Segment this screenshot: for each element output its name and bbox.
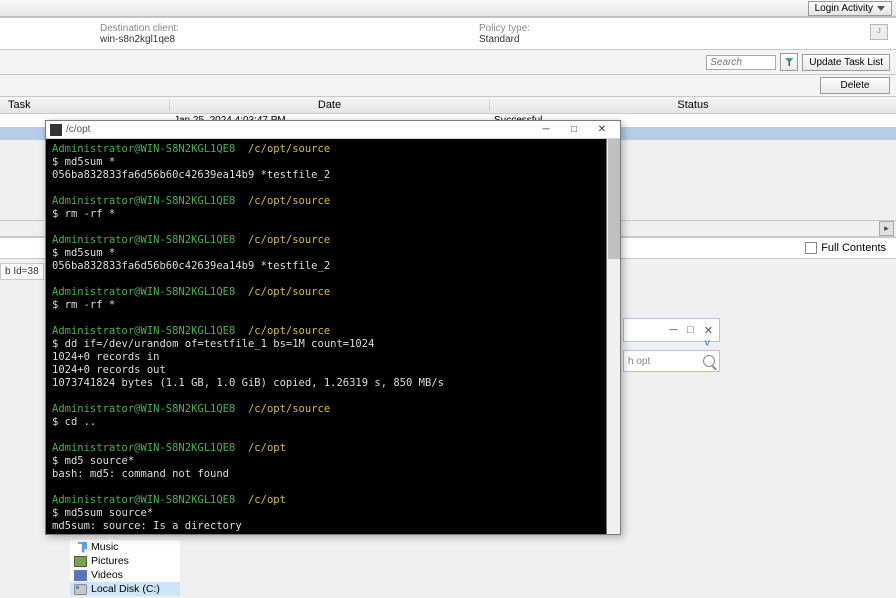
terminal-line: md5sum: source_1: Is a directory bbox=[52, 533, 614, 534]
terminal-line bbox=[52, 312, 614, 325]
terminal-line: $ md5 source* bbox=[52, 455, 614, 468]
column-header-task[interactable]: Task bbox=[0, 99, 170, 111]
terminal-line: md5sum: source: Is a directory bbox=[52, 520, 614, 533]
tree-item-pictures[interactable]: Pictures bbox=[70, 554, 180, 568]
maximize-button[interactable]: □ bbox=[560, 122, 588, 138]
search-row: Update Task List bbox=[0, 50, 896, 75]
terminal-line bbox=[52, 273, 614, 286]
json-badge-icon[interactable]: J bbox=[870, 24, 888, 40]
folder-tree: Music Pictures Videos Local Disk (C:) bbox=[70, 540, 180, 596]
terminal-line bbox=[52, 221, 614, 234]
tree-item-label: Pictures bbox=[91, 555, 129, 567]
terminal-line: $ md5sum * bbox=[52, 156, 614, 169]
terminal-line: Administrator@WIN-S8N2KGL1QE8 /c/opt/sou… bbox=[52, 403, 614, 416]
terminal-line: 056ba832833fa6d56b60c42639ea14b9 *testfi… bbox=[52, 260, 614, 273]
minimize-button[interactable]: ─ bbox=[532, 122, 560, 138]
tree-item-label: Videos bbox=[91, 569, 123, 581]
terminal-line: Administrator@WIN-S8N2KGL1QE8 /c/opt/sou… bbox=[52, 325, 614, 338]
terminal-line: $ dd if=/dev/urandom of=testfile_1 bs=1M… bbox=[52, 338, 614, 351]
full-contents-label: Full Contents bbox=[821, 242, 886, 254]
terminal-line: Administrator@WIN-S8N2KGL1QE8 /c/opt/sou… bbox=[52, 234, 614, 247]
terminal-line: 1024+0 records out bbox=[52, 364, 614, 377]
terminal-line: 056ba832833fa6d56b60c42639ea14b9 *testfi… bbox=[52, 169, 614, 182]
search-input[interactable] bbox=[706, 55, 776, 70]
terminal-icon bbox=[50, 124, 62, 136]
terminal-line: $ cd .. bbox=[52, 416, 614, 429]
terminal-window: /c/opt ─ □ ✕ Administrator@WIN-S8N2KGL1Q… bbox=[45, 120, 621, 535]
terminal-line bbox=[52, 182, 614, 195]
terminal-title: /c/opt bbox=[66, 124, 90, 135]
terminal-line bbox=[52, 390, 614, 403]
scrollbar-thumb[interactable] bbox=[608, 139, 620, 259]
scroll-right-icon[interactable]: ▸ bbox=[879, 221, 894, 236]
music-icon bbox=[74, 542, 87, 553]
tree-item-videos[interactable]: Videos bbox=[70, 568, 180, 582]
terminal-scrollbar[interactable] bbox=[606, 139, 620, 534]
terminal-line: 1024+0 records in bbox=[52, 351, 614, 364]
info-bar: Destination client: win-s8n2kgl1qe8 Poli… bbox=[0, 17, 896, 50]
column-header-date[interactable]: Date bbox=[170, 99, 490, 111]
filter-button[interactable] bbox=[780, 53, 798, 71]
job-id-text: b Id=38 bbox=[0, 263, 44, 280]
tree-item-label: Music bbox=[91, 541, 118, 553]
search-icon bbox=[703, 355, 715, 367]
pic-icon bbox=[74, 556, 87, 567]
terminal-line bbox=[52, 481, 614, 494]
terminal-line: Administrator@WIN-S8N2KGL1QE8 /c/opt bbox=[52, 442, 614, 455]
terminal-line bbox=[52, 429, 614, 442]
tree-item-music[interactable]: Music bbox=[70, 540, 180, 554]
top-toolbar: Login Activity bbox=[0, 0, 896, 17]
terminal-body[interactable]: Administrator@WIN-S8N2KGL1QE8 /c/opt/sou… bbox=[46, 139, 620, 534]
terminal-line: Administrator@WIN-S8N2KGL1QE8 /c/opt/sou… bbox=[52, 143, 614, 156]
terminal-line: $ md5sum source* bbox=[52, 507, 614, 520]
terminal-line: $ rm -rf * bbox=[52, 208, 614, 221]
chevron-down-icon bbox=[877, 6, 885, 11]
close-button[interactable]: ✕ bbox=[588, 122, 616, 138]
login-activity-button[interactable]: Login Activity bbox=[808, 1, 892, 16]
terminal-line: $ rm -rf * bbox=[52, 299, 614, 312]
explorer-maximize-button[interactable]: □ bbox=[687, 324, 694, 336]
terminal-line: $ md5sum * bbox=[52, 247, 614, 260]
terminal-line: 1073741824 bytes (1.1 GB, 1.0 GiB) copie… bbox=[52, 377, 614, 390]
terminal-line: Administrator@WIN-S8N2KGL1QE8 /c/opt/sou… bbox=[52, 195, 614, 208]
column-header-status[interactable]: Status bbox=[490, 99, 896, 111]
tree-item-local-disk-c-[interactable]: Local Disk (C:) bbox=[70, 582, 180, 596]
disk-icon bbox=[74, 584, 87, 595]
terminal-line: Administrator@WIN-S8N2KGL1QE8 /c/opt bbox=[52, 494, 614, 507]
terminal-line: bash: md5: command not found bbox=[52, 468, 614, 481]
policy-type-label: Policy type: bbox=[479, 23, 530, 34]
grid-header: Task Date Status bbox=[0, 97, 896, 114]
terminal-titlebar[interactable]: /c/opt ─ □ ✕ bbox=[46, 121, 620, 139]
destination-client-value: win-s8n2kgl1qe8 bbox=[100, 34, 179, 45]
vid-icon bbox=[74, 570, 87, 581]
login-activity-label: Login Activity bbox=[815, 3, 873, 14]
explorer-search[interactable]: h opt bbox=[623, 350, 720, 372]
explorer-minimize-button[interactable]: ─ bbox=[669, 324, 677, 336]
terminal-line: Administrator@WIN-S8N2KGL1QE8 /c/opt/sou… bbox=[52, 286, 614, 299]
explorer-search-placeholder: h opt bbox=[628, 356, 650, 367]
update-task-list-button[interactable]: Update Task List bbox=[802, 54, 890, 71]
delete-button[interactable]: Delete bbox=[820, 77, 890, 94]
full-contents-checkbox[interactable] bbox=[805, 242, 817, 254]
funnel-icon bbox=[785, 58, 793, 66]
tree-item-label: Local Disk (C:) bbox=[91, 583, 160, 595]
explorer-close-button[interactable]: ✕ bbox=[704, 324, 713, 337]
policy-type-value: Standard bbox=[479, 34, 530, 45]
destination-client-label: Destination client: bbox=[100, 23, 179, 34]
